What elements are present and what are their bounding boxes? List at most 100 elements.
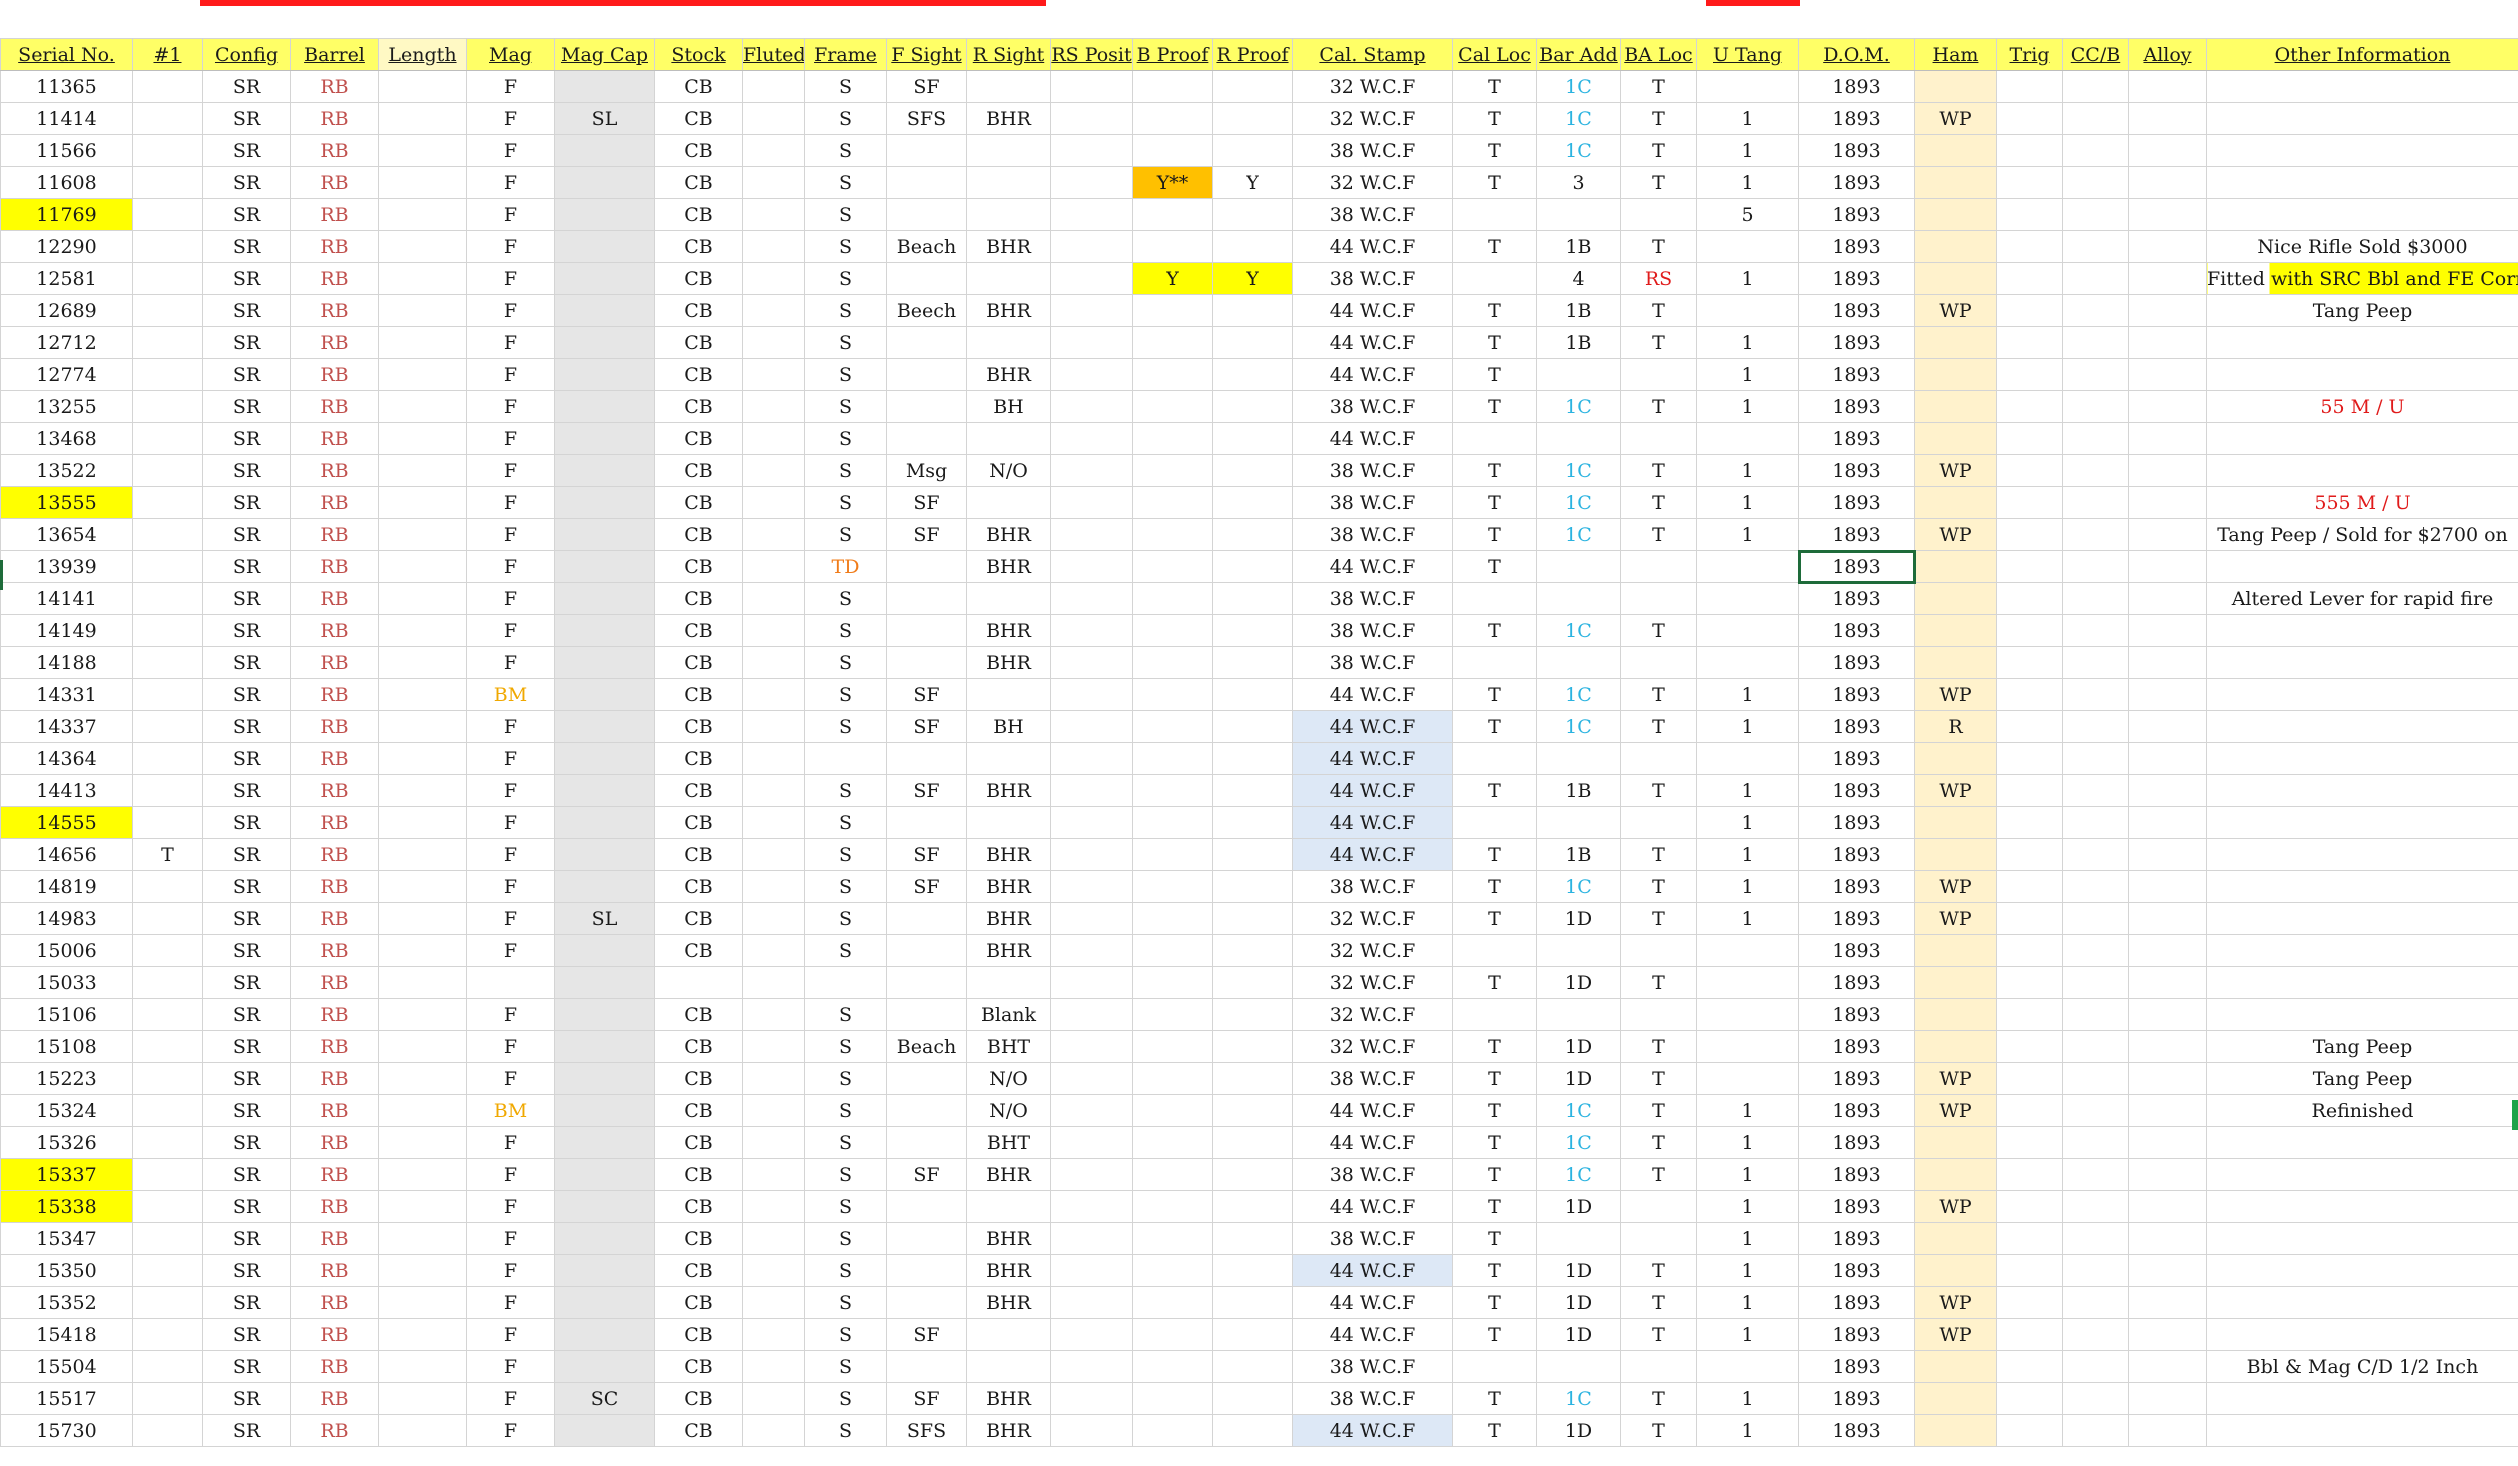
cell-cal-loc[interactable]: T xyxy=(1452,1318,1537,1351)
cell-cal-stamp[interactable]: 32 W.C.F xyxy=(1292,166,1453,199)
cell-f-sight[interactable] xyxy=(886,582,967,615)
cell-mag[interactable]: F xyxy=(466,1126,555,1159)
cell-bar-add[interactable]: 1C xyxy=(1536,678,1621,711)
cell-length[interactable] xyxy=(378,390,467,423)
cell-cc-b[interactable] xyxy=(2062,934,2129,967)
cell-cc-b[interactable] xyxy=(2062,1318,2129,1351)
cell-f-sight[interactable] xyxy=(886,422,967,455)
cell-mag-cap[interactable] xyxy=(554,518,655,551)
cell-trig[interactable] xyxy=(1996,486,2063,519)
cell-stock[interactable]: CB xyxy=(654,550,743,583)
cell-fluted[interactable] xyxy=(742,678,805,711)
cell-serial-no[interactable]: 14337 xyxy=(0,710,133,743)
cell-other-information[interactable] xyxy=(2206,198,2518,231)
cell-r-proof[interactable] xyxy=(1212,1126,1293,1159)
cell-d-o-m[interactable]: 1893 xyxy=(1798,1222,1915,1255)
cell-rs-posit[interactable] xyxy=(1050,550,1133,583)
cell-1[interactable] xyxy=(132,1254,203,1287)
cell-fluted[interactable] xyxy=(742,998,805,1031)
cell-r-sight[interactable]: BHR xyxy=(966,902,1051,935)
cell-other-information[interactable] xyxy=(2206,422,2518,455)
cell-1[interactable] xyxy=(132,550,203,583)
cell-mag[interactable]: F xyxy=(466,1350,555,1383)
cell-cal-stamp[interactable]: 44 W.C.F xyxy=(1292,422,1453,455)
cell-other-information[interactable] xyxy=(2206,1222,2518,1255)
cell-config[interactable]: SR xyxy=(202,1286,291,1319)
cell-ham[interactable]: WP xyxy=(1914,774,1997,807)
cell-other-information[interactable] xyxy=(2206,1190,2518,1223)
cell-length[interactable] xyxy=(378,1318,467,1351)
cell-mag[interactable]: F xyxy=(466,70,555,103)
cell-1[interactable] xyxy=(132,774,203,807)
cell-cal-stamp[interactable]: 44 W.C.F xyxy=(1292,1094,1453,1127)
cell-cal-stamp[interactable]: 38 W.C.F xyxy=(1292,582,1453,615)
cell-stock[interactable]: CB xyxy=(654,454,743,487)
cell-cal-loc[interactable]: T xyxy=(1452,614,1537,647)
cell-mag[interactable]: F xyxy=(466,230,555,263)
cell-r-proof[interactable] xyxy=(1212,614,1293,647)
cell-cal-loc[interactable]: T xyxy=(1452,1382,1537,1415)
cell-mag-cap[interactable] xyxy=(554,262,655,295)
cell-r-sight[interactable]: BHR xyxy=(966,1254,1051,1287)
cell-d-o-m[interactable]: 1893 xyxy=(1798,934,1915,967)
cell-b-proof[interactable] xyxy=(1132,358,1213,391)
cell-b-proof[interactable] xyxy=(1132,1158,1213,1191)
cell-b-proof[interactable] xyxy=(1132,486,1213,519)
cell-other-information[interactable]: Refinished xyxy=(2206,1094,2518,1127)
cell-r-sight[interactable]: N/O xyxy=(966,1062,1051,1095)
cell-barrel[interactable]: RB xyxy=(290,1222,379,1255)
cell-cal-stamp[interactable]: 38 W.C.F xyxy=(1292,454,1453,487)
cell-bar-add[interactable] xyxy=(1536,198,1621,231)
cell-alloy[interactable] xyxy=(2128,230,2207,263)
cell-rs-posit[interactable] xyxy=(1050,838,1133,871)
cell-d-o-m[interactable]: 1893 xyxy=(1798,1382,1915,1415)
cell-stock[interactable]: CB xyxy=(654,358,743,391)
cell-fluted[interactable] xyxy=(742,1190,805,1223)
cell-u-tang[interactable] xyxy=(1696,646,1799,679)
cell-serial-no[interactable]: 15517 xyxy=(0,1382,133,1415)
cell-rs-posit[interactable] xyxy=(1050,710,1133,743)
cell-r-sight[interactable]: N/O xyxy=(966,454,1051,487)
cell-ba-loc[interactable]: T xyxy=(1620,1254,1697,1287)
cell-b-proof[interactable] xyxy=(1132,518,1213,551)
cell-r-proof[interactable] xyxy=(1212,1318,1293,1351)
cell-cc-b[interactable] xyxy=(2062,134,2129,167)
cell-alloy[interactable] xyxy=(2128,166,2207,199)
cell-trig[interactable] xyxy=(1996,454,2063,487)
cell-r-proof[interactable] xyxy=(1212,806,1293,839)
cell-1[interactable] xyxy=(132,1030,203,1063)
cell-barrel[interactable]: RB xyxy=(290,838,379,871)
cell-r-sight[interactable]: BHR xyxy=(966,550,1051,583)
cell-mag[interactable]: F xyxy=(466,934,555,967)
cell-1[interactable] xyxy=(132,262,203,295)
cell-trig[interactable] xyxy=(1996,1126,2063,1159)
cell-r-sight[interactable] xyxy=(966,422,1051,455)
cell-cal-stamp[interactable]: 32 W.C.F xyxy=(1292,934,1453,967)
cell-bar-add[interactable]: 1D xyxy=(1536,1318,1621,1351)
cell-trig[interactable] xyxy=(1996,934,2063,967)
cell-bar-add[interactable] xyxy=(1536,422,1621,455)
cell-other-information[interactable]: 555 M / U xyxy=(2206,486,2518,519)
cell-u-tang[interactable]: 1 xyxy=(1696,902,1799,935)
cell-trig[interactable] xyxy=(1996,102,2063,135)
cell-config[interactable]: SR xyxy=(202,198,291,231)
column-header-cc-b[interactable]: CC/B xyxy=(2062,38,2129,71)
cell-length[interactable] xyxy=(378,230,467,263)
cell-cal-loc[interactable]: T xyxy=(1452,678,1537,711)
cell-cal-loc[interactable]: T xyxy=(1452,486,1537,519)
cell-r-proof[interactable] xyxy=(1212,486,1293,519)
cell-serial-no[interactable]: 11769 xyxy=(0,198,133,231)
cell-rs-posit[interactable] xyxy=(1050,1190,1133,1223)
cell-ba-loc[interactable]: T xyxy=(1620,1382,1697,1415)
cell-fluted[interactable] xyxy=(742,1382,805,1415)
cell-serial-no[interactable]: 15350 xyxy=(0,1254,133,1287)
cell-ham[interactable] xyxy=(1914,198,1997,231)
cell-barrel[interactable]: RB xyxy=(290,1286,379,1319)
cell-d-o-m[interactable]: 1893 xyxy=(1797,549,1916,584)
cell-cc-b[interactable] xyxy=(2062,518,2129,551)
cell-bar-add[interactable] xyxy=(1536,358,1621,391)
cell-barrel[interactable]: RB xyxy=(290,678,379,711)
cell-serial-no[interactable]: 15106 xyxy=(0,998,133,1031)
cell-cc-b[interactable] xyxy=(2062,390,2129,423)
cell-d-o-m[interactable]: 1893 xyxy=(1798,710,1915,743)
